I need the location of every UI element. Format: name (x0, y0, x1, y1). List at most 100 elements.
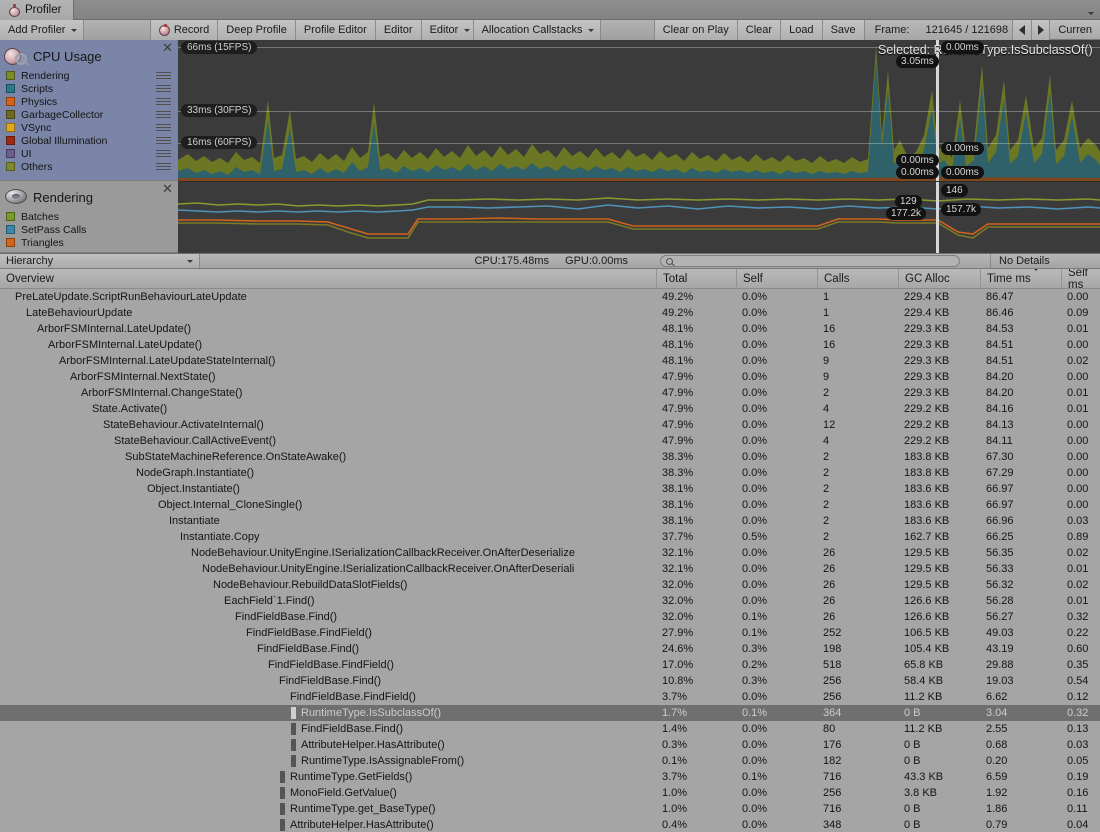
chevron-down-icon[interactable] (268, 675, 279, 687)
chevron-down-icon[interactable] (26, 323, 37, 335)
editor-target-dropdown[interactable]: Editor (422, 20, 474, 40)
table-row[interactable]: Instantiate.Copy37.7%0.5%2162.7 KB66.250… (0, 529, 1100, 545)
table-row[interactable]: RuntimeType.get_BaseType()1.0%0.0%7160 B… (0, 801, 1100, 817)
table-row[interactable]: FindFieldBase.Find()32.0%0.1%26126.6 KB5… (0, 609, 1100, 625)
chevron-down-icon[interactable] (246, 643, 257, 655)
chevron-down-icon[interactable] (114, 451, 125, 463)
table-row[interactable]: RuntimeType.IsSubclassOf()1.7%0.1%3640 B… (0, 705, 1100, 721)
hierarchy-mode-dropdown[interactable]: Hierarchy (0, 254, 200, 268)
add-profiler-dropdown[interactable]: Add Profiler (0, 20, 84, 40)
table-row[interactable]: AttributeHelper.HasAttribute()0.4%0.0%34… (0, 817, 1100, 832)
module-rendering[interactable]: ✕ Rendering Batches SetPass Calls (0, 181, 178, 253)
profile-editor-button[interactable]: Profile Editor (296, 20, 376, 40)
legend-item-others[interactable]: Others (0, 160, 178, 173)
legend-item-scripts[interactable]: Scripts (0, 82, 178, 95)
chevron-right-icon[interactable] (279, 819, 290, 831)
frame-cursor-render[interactable] (936, 182, 939, 253)
chevron-down-icon[interactable] (81, 403, 92, 415)
drag-handle-icon[interactable] (156, 72, 171, 81)
table-row[interactable]: Instantiate38.1%0.0%2183.6 KB66.960.03 (0, 513, 1100, 529)
tab-profiler[interactable]: Profiler (0, 0, 74, 20)
chevron-down-icon[interactable] (103, 435, 114, 447)
legend-item-batches[interactable]: Batches (0, 210, 178, 223)
legend-item-global-illumination[interactable]: Global Illumination (0, 134, 178, 147)
table-row[interactable]: NodeBehaviour.RebuildDataSlotFields()32.… (0, 577, 1100, 593)
table-row[interactable]: NodeBehaviour.UnityEngine.ISerialization… (0, 561, 1100, 577)
table-row[interactable]: State.Activate()47.9%0.0%4229.2 KB84.160… (0, 401, 1100, 417)
drag-handle-icon[interactable] (156, 137, 171, 146)
chevron-down-icon[interactable] (15, 307, 26, 319)
drag-handle-icon[interactable] (156, 111, 171, 120)
load-button[interactable]: Load (781, 20, 822, 40)
table-row[interactable]: MonoField.GetValue()1.0%0.0%2563.8 KB1.9… (0, 785, 1100, 801)
chevron-down-icon[interactable] (48, 355, 59, 367)
profiler-graph-panel[interactable]: 66ms (15FPS) 33ms (30FPS) 16ms (60FPS) S… (178, 40, 1100, 253)
current-frame-button[interactable]: Curren (1050, 20, 1100, 40)
module-cpu-usage[interactable]: ✕ CPU Usage Rendering Scripts (0, 40, 178, 181)
chevron-down-icon[interactable] (136, 483, 147, 495)
chevron-down-icon[interactable] (213, 595, 224, 607)
record-button[interactable]: Record (151, 20, 218, 40)
chevron-down-icon[interactable] (70, 387, 81, 399)
chevron-down-icon[interactable] (180, 547, 191, 559)
chevron-down-icon[interactable] (92, 419, 103, 431)
clear-button[interactable]: Clear (738, 20, 781, 40)
chevron-down-icon[interactable] (59, 371, 70, 383)
table-row[interactable]: FindFieldBase.FindField()3.7%0.0%25611.2… (0, 689, 1100, 705)
drag-handle-icon[interactable] (156, 85, 171, 94)
chevron-right-icon[interactable] (279, 803, 290, 815)
table-row[interactable]: StateBehaviour.ActivateInternal()47.9%0.… (0, 417, 1100, 433)
column-header-gc-alloc[interactable]: GC Alloc (898, 269, 980, 288)
chevron-down-icon[interactable] (158, 515, 169, 527)
chevron-down-icon[interactable] (235, 627, 246, 639)
table-row[interactable]: ArborFSMInternal.LateUpdateStateInternal… (0, 353, 1100, 369)
clear-on-play-button[interactable]: Clear on Play (655, 20, 738, 40)
legend-item-vsync[interactable]: VSync (0, 121, 178, 134)
chevron-down-icon[interactable] (191, 563, 202, 575)
legend-item-rendering[interactable]: Rendering (0, 69, 178, 82)
chevron-down-icon[interactable] (125, 467, 136, 479)
table-row[interactable]: StateBehaviour.CallActiveEvent()47.9%0.0… (0, 433, 1100, 449)
column-header-overview[interactable]: Overview (0, 269, 656, 288)
save-button[interactable]: Save (823, 20, 865, 40)
previous-frame-button[interactable] (1013, 20, 1032, 40)
search-input[interactable] (660, 255, 960, 267)
legend-item-ui[interactable]: UI (0, 147, 178, 160)
table-row[interactable]: PreLateUpdate.ScriptRunBehaviourLateUpda… (0, 289, 1100, 305)
chevron-right-icon[interactable] (279, 771, 290, 783)
deep-profile-button[interactable]: Deep Profile (218, 20, 296, 40)
table-row[interactable]: ArborFSMInternal.ChangeState()47.9%0.0%2… (0, 385, 1100, 401)
chevron-right-icon[interactable] (279, 787, 290, 799)
table-row[interactable]: RuntimeType.GetFields()3.7%0.1%71643.3 K… (0, 769, 1100, 785)
table-row[interactable]: NodeBehaviour.UnityEngine.ISerialization… (0, 545, 1100, 561)
chevron-down-icon[interactable] (4, 291, 15, 303)
chevron-down-icon[interactable] (224, 611, 235, 623)
chevron-down-icon[interactable] (202, 579, 213, 591)
table-row[interactable]: Object.Instantiate()38.1%0.0%2183.6 KB66… (0, 481, 1100, 497)
legend-item-setpass-calls[interactable]: SetPass Calls (0, 223, 178, 236)
chevron-right-icon[interactable] (290, 707, 301, 719)
column-header-total[interactable]: Total (656, 269, 736, 288)
table-row[interactable]: FindFieldBase.FindField()17.0%0.2%51865.… (0, 657, 1100, 673)
window-menu-button[interactable] (1082, 0, 1100, 19)
table-row[interactable]: EachField`1.Find()32.0%0.0%26126.6 KB56.… (0, 593, 1100, 609)
table-row[interactable]: SubStateMachineReference.OnStateAwake()3… (0, 449, 1100, 465)
drag-handle-icon[interactable] (156, 98, 171, 107)
table-row[interactable]: NodeGraph.Instantiate()38.3%0.0%2183.8 K… (0, 465, 1100, 481)
column-header-calls[interactable]: Calls (817, 269, 898, 288)
column-header-self[interactable]: Self (736, 269, 817, 288)
table-row[interactable]: Object.Internal_CloneSingle()38.1%0.0%21… (0, 497, 1100, 513)
table-row[interactable]: RuntimeType.IsAssignableFrom()0.1%0.0%18… (0, 753, 1100, 769)
column-header-time-ms[interactable]: Time ms (980, 269, 1061, 288)
drag-handle-icon[interactable] (156, 150, 171, 159)
chevron-right-icon[interactable] (290, 723, 301, 735)
close-icon[interactable]: ✕ (162, 184, 173, 195)
allocation-callstacks-dropdown[interactable]: Allocation Callstacks (474, 20, 602, 40)
chevron-down-icon[interactable] (37, 339, 48, 351)
chevron-down-icon[interactable] (257, 659, 268, 671)
legend-item-physics[interactable]: Physics (0, 95, 178, 108)
chevron-down-icon[interactable] (279, 691, 290, 703)
drag-handle-icon[interactable] (156, 163, 171, 172)
editor-button[interactable]: Editor (376, 20, 422, 40)
cpu-usage-graph[interactable]: 66ms (15FPS) 33ms (30FPS) 16ms (60FPS) S… (178, 40, 1100, 181)
